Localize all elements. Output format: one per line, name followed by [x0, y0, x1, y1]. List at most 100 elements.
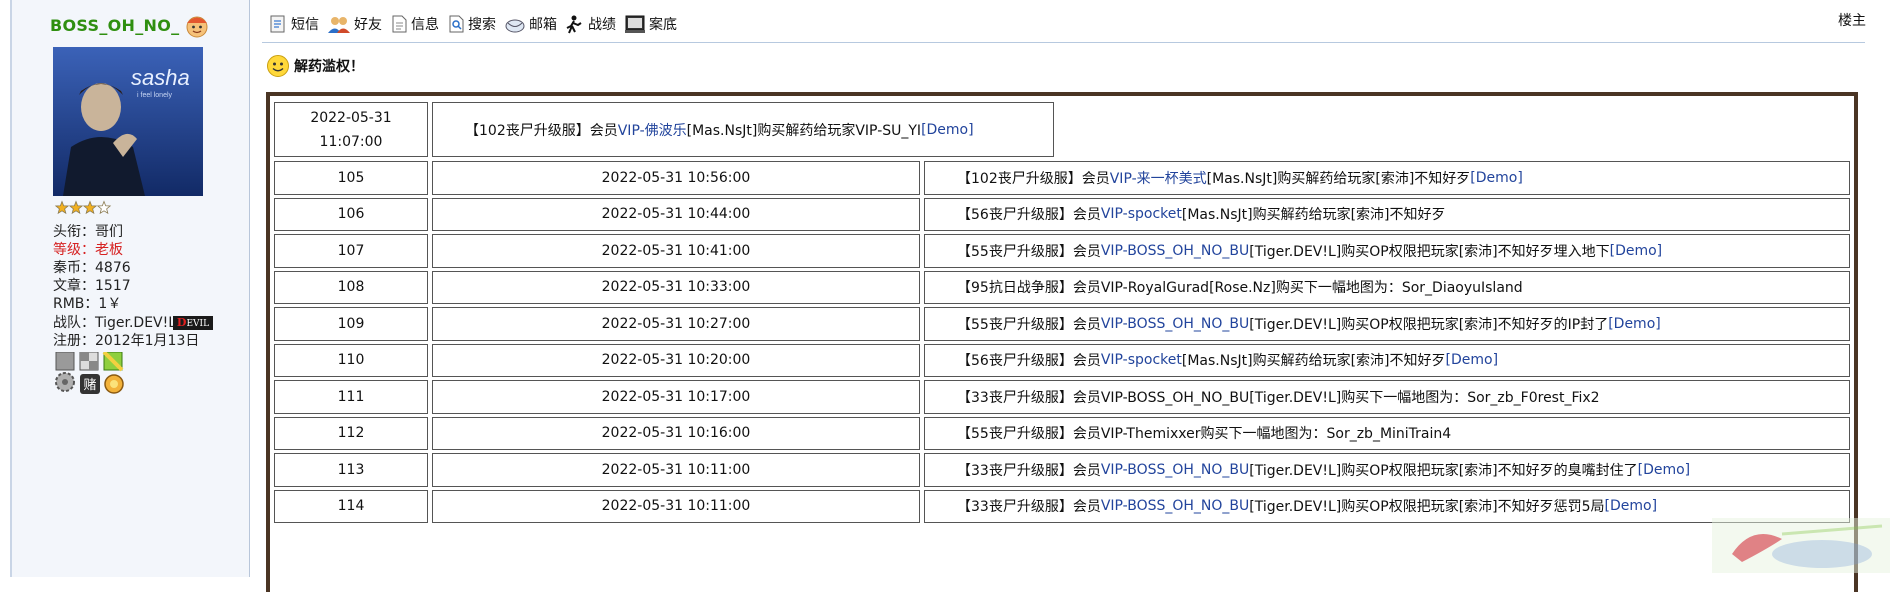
log-text: 【102丧尸升级服】会员: [465, 122, 618, 139]
profile-level-line: 等级：老板: [53, 242, 123, 258]
toolbar-record[interactable]: 战绩: [565, 14, 616, 34]
log-link[interactable]: VIP-BOSS_OH_NO_BU: [1101, 462, 1249, 478]
medal-gear-icon: [55, 352, 75, 392]
log-text: 【33丧尸升级服】会员VIP-BOSS_OH_NO_BU[Tiger.DEV!L…: [957, 389, 1600, 406]
svg-text:赌: 赌: [83, 378, 96, 393]
avatar-text: sasha: [131, 65, 190, 90]
log-row-time: 2022-05-31 10:17:00: [432, 380, 920, 414]
log-row-time: 2022-05-31 10:20:00: [432, 343, 920, 377]
log-text: 【56丧尸升级服】会员: [957, 353, 1101, 370]
log-link[interactable]: VIP-BOSS_OH_NO_BU: [1101, 316, 1249, 332]
log-row-text: 【95抗日战争服】会员VIP-RoyalGurad[Rose.Nz]购买下一幅地…: [924, 270, 1850, 304]
log-row-id: 108: [274, 270, 428, 304]
log-text: 【55丧尸升级服】会员VIP-Themixxer购买下一幅地图为：Sor_zb_…: [957, 426, 1452, 443]
log-row-time: 2022-05-31 10:11:00: [432, 453, 920, 487]
mail-icon: [505, 19, 525, 33]
log-text: 【55丧尸升级服】会员: [957, 316, 1101, 333]
log-text: [Tiger.DEV!L]购买OP权限把玩家[索沛]不知好歹惩罚5局: [1249, 499, 1605, 516]
toolbar-search[interactable]: 搜索: [447, 14, 496, 34]
medals: 赌: [55, 352, 124, 394]
log-text: 【33丧尸升级服】会员: [957, 462, 1101, 479]
log-row-text: 【56丧尸升级服】会员 VIP-spocket [Mas.NsJt]购买解药给玩家[…: [924, 343, 1850, 377]
case-icon: [625, 15, 645, 33]
log-link[interactable]: [Demo]: [1470, 170, 1523, 186]
log-text: [Tiger.DEV!L]购买OP权限把玩家[索沛]不知好歹埋入地下: [1249, 243, 1610, 260]
log-row-id: 107: [274, 234, 428, 268]
log-text: [Tiger.DEV!L]购买OP权限把玩家[索沛]不知好歹的IP封了: [1249, 316, 1609, 333]
profile-team-line: 战队：Tiger.DEV!L: [53, 315, 177, 331]
log-row-time: 2022-05-31 10:33:00: [432, 270, 920, 304]
log-text: [Mas.NsJt]购买解药给玩家[索沛]不知好歹: [1206, 170, 1471, 187]
record-icon: [566, 15, 582, 34]
sidebar-border-left: [10, 0, 12, 577]
avatar-image: sasha i feel lonely: [53, 47, 203, 196]
log-link[interactable]: VIP-BOSS_OH_NO_BU: [1101, 243, 1249, 259]
log-link[interactable]: [Demo]: [1608, 316, 1661, 332]
log-link[interactable]: [Demo]: [1610, 243, 1663, 259]
toolbar-friends[interactable]: 好友: [327, 14, 382, 34]
info-icon: [392, 15, 407, 33]
log-text: 【55丧尸升级服】会员: [957, 243, 1101, 260]
log-link[interactable]: [Demo]: [921, 122, 974, 138]
profile-title-line: 头衔：哥们: [53, 224, 123, 240]
username[interactable]: BOSS_OH_NO_: [50, 16, 179, 35]
log-row-text: 【55丧尸升级服】会员 VIP-BOSS_OH_NO_BU [Tiger.DEV!L…: [924, 234, 1850, 268]
toolbar-info[interactable]: 信息: [390, 14, 439, 34]
team-badge: DEVIL: [173, 316, 213, 330]
log-row-id: 105: [274, 161, 428, 195]
log-link[interactable]: VIP-佛波乐: [618, 120, 687, 140]
log-link[interactable]: VIP-来一杯美式: [1110, 168, 1207, 188]
star-icon: [82, 200, 98, 215]
watermark-logo: [1712, 518, 1890, 573]
post-toolbar: 短信 好友 信息 搜索 邮箱 战绩 案底: [268, 12, 685, 36]
log-text: 【102丧尸升级服】会员: [957, 170, 1110, 187]
post-title: 解药滥权！: [266, 54, 364, 78]
profile-coins-line: 秦币：4876: [53, 260, 131, 276]
profile-posts-line: 文章：1517: [53, 278, 131, 294]
toolbar-case[interactable]: 案底: [624, 14, 677, 34]
log-row-text: 【55丧尸升级服】会员 VIP-BOSS_OH_NO_BU [Tiger.DEV!L…: [924, 307, 1850, 341]
log-link[interactable]: [Demo]: [1446, 352, 1499, 368]
friends-icon: [328, 17, 350, 33]
log-row-text: 【56丧尸升级服】会员 VIP-spocket [Mas.NsJt]购买解药给玩家[…: [924, 197, 1850, 231]
log-link[interactable]: VIP-spocket: [1101, 206, 1182, 222]
purchase-log-table: 2022-05-31 11:07:00 【102丧尸升级服】会员 VIP-佛波乐[…: [266, 92, 1858, 592]
star-icon: [96, 200, 112, 215]
log-link[interactable]: [Demo]: [1605, 498, 1658, 514]
first-row-text: 【102丧尸升级服】会员 VIP-佛波乐 [Mas.NsJt]购买解药给玩家VIP-…: [432, 102, 1054, 157]
log-text: [Mas.NsJt]购买解药给玩家[索沛]不知好歹: [1181, 353, 1446, 370]
avatar[interactable]: sasha i feel lonely: [53, 47, 203, 196]
log-row-time: 2022-05-31 10:27:00: [432, 307, 920, 341]
log-row-text: 【55丧尸升级服】会员VIP-Themixxer购买下一幅地图为：Sor_zb_…: [924, 416, 1850, 450]
smiley-icon: [267, 55, 289, 77]
log-text: 【95抗日战争服】会员VIP-RoyalGurad[Rose.Nz]购买下一幅地…: [957, 280, 1523, 297]
medal-green-icon: [102, 352, 124, 394]
toolbar-mail[interactable]: 邮箱: [504, 14, 557, 34]
star-icon: [68, 200, 84, 215]
log-link[interactable]: VIP-spocket: [1101, 352, 1182, 368]
profile-register-line: 注册：2012年1月13日: [53, 333, 200, 349]
log-row-text: 【33丧尸升级服】会员VIP-BOSS_OH_NO_BU[Tiger.DEV!L…: [924, 453, 1850, 487]
log-row-text: 【102丧尸升级服】会员 VIP-来一杯美式 [Mas.NsJt]购买解药给玩家[索…: [924, 161, 1850, 195]
log-text: 【33丧尸升级服】会员: [957, 499, 1101, 516]
log-row-id: 112: [274, 416, 428, 450]
avatar-subtext: i feel lonely: [137, 92, 173, 99]
floor-label: 楼主: [1838, 13, 1866, 29]
log-row-time: 2022-05-31 10:16:00: [432, 416, 920, 450]
rank-stars: [54, 200, 112, 215]
star-icon: [54, 200, 70, 215]
log-link[interactable]: VIP-BOSS_OH_NO_BU: [1101, 498, 1249, 514]
medal-checker-icon: 赌: [79, 352, 100, 394]
profile-sidebar: BOSS_OH_NO_ sasha i feel lonely 头衔：哥们 等级…: [10, 0, 250, 577]
toolbar-sms[interactable]: 短信: [268, 14, 319, 34]
log-row-id: 114: [274, 489, 428, 523]
log-row-time: 2022-05-31 10:11:00: [432, 489, 920, 523]
log-row-time: 2022-05-31 10:44:00: [432, 197, 920, 231]
log-link[interactable]: [Demo]: [1638, 462, 1691, 478]
log-row-id: 110: [274, 343, 428, 377]
log-text: 【56丧尸升级服】会员: [957, 207, 1101, 224]
log-text: [Mas.NsJt]购买解药给玩家[索沛]不知好歹: [1181, 207, 1446, 224]
log-row-time: 2022-05-31 10:41:00: [432, 234, 920, 268]
log-row-id: 106: [274, 197, 428, 231]
log-row-id: 113: [274, 453, 428, 487]
